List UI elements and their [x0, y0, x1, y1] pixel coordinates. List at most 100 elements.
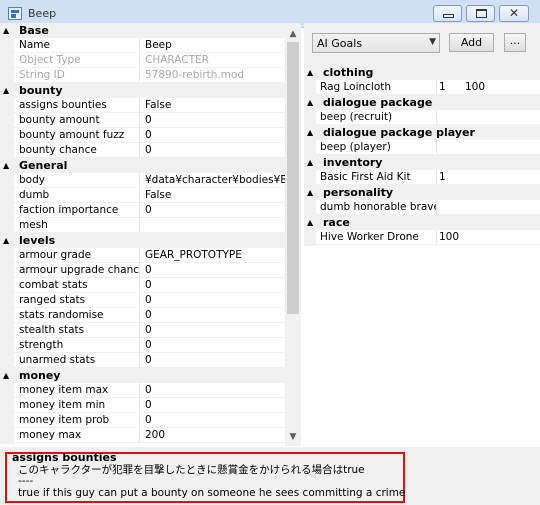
property-row[interactable]: String ID 57890-rebirth.mod	[0, 68, 300, 84]
property-row[interactable]: armour grade GEAR_PROTOTYPE	[0, 248, 300, 264]
property-value[interactable]: 0	[145, 203, 285, 218]
property-value[interactable]: False	[145, 188, 285, 203]
references-grid[interactable]: ▲ clothing Rag Loincloth 1 100 ▲ dialogue pack…	[304, 65, 540, 447]
reference-row[interactable]: Basic First Aid Kit 1	[304, 170, 540, 186]
category-race[interactable]: ▲ race	[304, 215, 540, 230]
property-row[interactable]: armour upgrade chance 0	[0, 263, 300, 279]
property-value[interactable]: GEAR_PROTOTYPE	[145, 248, 285, 263]
property-row[interactable]: combat stats 0	[0, 278, 300, 294]
collapse-icon[interactable]: ▲	[3, 368, 9, 383]
property-row[interactable]: money max 200	[0, 428, 300, 444]
property-row[interactable]: stats randomise 0	[0, 308, 300, 324]
property-row[interactable]: dumb False	[0, 188, 300, 204]
close-button[interactable]: ✕	[499, 5, 529, 22]
category-clothing[interactable]: ▲ clothing	[304, 65, 540, 80]
reference-type-dropdown[interactable]: AI Goals ▼	[312, 33, 440, 53]
collapse-icon[interactable]: ▲	[3, 158, 9, 173]
property-row[interactable]: stealth stats 0	[0, 323, 300, 339]
collapse-icon[interactable]: ▲	[3, 83, 9, 98]
collapse-icon[interactable]: ▲	[307, 215, 313, 230]
property-row[interactable]: body ¥data¥character¥bodies¥Be	[0, 173, 300, 189]
property-row[interactable]: faction importance 0	[0, 203, 300, 219]
category-money[interactable]: ▲ money	[0, 368, 300, 383]
property-name: unarmed stats	[19, 353, 140, 368]
property-row[interactable]: ranged stats 0	[0, 293, 300, 309]
collapse-icon[interactable]: ▲	[307, 95, 313, 110]
property-row[interactable]: Object Type CHARACTER	[0, 53, 300, 69]
properties-grid[interactable]: ▲ Base Name Beep Object Type CHARACTER String …	[0, 23, 300, 447]
property-value[interactable]: 0	[145, 413, 285, 428]
reference-row[interactable]: Rag Loincloth 1 100	[304, 80, 540, 96]
collapse-icon[interactable]: ▲	[3, 233, 9, 248]
category-personality[interactable]: ▲ personality	[304, 185, 540, 200]
property-row[interactable]: bounty amount fuzz 0	[0, 128, 300, 144]
reference-row[interactable]: beep (recruit)	[304, 110, 540, 126]
reference-row[interactable]: dumb honorable brave	[304, 200, 540, 216]
more-button[interactable]: ...	[504, 33, 526, 52]
category-bounty[interactable]: ▲ bounty	[0, 83, 300, 98]
reference-value-1: 1	[439, 171, 446, 183]
property-value[interactable]: 0	[145, 128, 285, 143]
property-value[interactable]: 0	[145, 338, 285, 353]
add-button[interactable]: Add	[449, 33, 494, 52]
references-panel: AI Goals ▼ Add ... ▲ clothing Rag Loinclot…	[304, 23, 540, 447]
reference-value[interactable]: 1 100	[439, 80, 539, 95]
property-name: ranged stats	[19, 293, 140, 308]
category-levels[interactable]: ▲ levels	[0, 233, 300, 248]
property-row[interactable]: strength 0	[0, 338, 300, 354]
category-dialogue-package[interactable]: ▲ dialogue package	[304, 95, 540, 110]
property-value[interactable]: Beep	[145, 38, 285, 53]
property-row[interactable]: Name Beep	[0, 38, 300, 54]
category-base[interactable]: ▲ Base	[0, 23, 300, 38]
property-name: bounty amount	[19, 113, 140, 128]
collapse-icon[interactable]: ▲	[307, 155, 313, 170]
properties-scrollbar[interactable]: ▲ ▼	[285, 25, 301, 446]
category-inventory[interactable]: ▲ inventory	[304, 155, 540, 170]
property-value[interactable]: 0	[145, 398, 285, 413]
property-row[interactable]: assigns bounties False	[0, 98, 300, 114]
property-row[interactable]: bounty chance 0	[0, 143, 300, 159]
row-gutter	[0, 38, 14, 54]
property-value[interactable]: ¥data¥character¥bodies¥Be	[145, 173, 285, 188]
property-value[interactable]: 0	[145, 308, 285, 323]
collapse-icon[interactable]: ▲	[307, 125, 313, 140]
collapse-icon[interactable]: ▲	[3, 23, 9, 38]
reference-value-1: 1	[439, 81, 446, 93]
collapse-icon[interactable]: ▲	[307, 65, 313, 80]
property-value[interactable]: 0	[145, 323, 285, 338]
scroll-down-icon[interactable]: ▼	[285, 430, 301, 444]
chevron-down-icon: ▼	[429, 37, 436, 47]
row-gutter	[0, 53, 14, 69]
property-value[interactable]: 0	[145, 353, 285, 368]
property-value[interactable]: 0	[145, 293, 285, 308]
property-row[interactable]: money item prob 0	[0, 413, 300, 429]
scroll-up-icon[interactable]: ▲	[285, 27, 301, 41]
property-row[interactable]: money item max 0	[0, 383, 300, 399]
collapse-icon[interactable]: ▲	[307, 185, 313, 200]
app-icon	[8, 7, 22, 20]
property-name: armour grade	[19, 248, 140, 263]
property-value: CHARACTER	[145, 54, 209, 66]
property-value[interactable]: 0	[145, 143, 285, 158]
reference-value[interactable]: 1	[439, 170, 539, 185]
maximize-button[interactable]	[466, 5, 495, 22]
row-gutter	[0, 428, 14, 444]
reference-value[interactable]: 100	[439, 230, 539, 245]
reference-row[interactable]: Hive Worker Drone 100	[304, 230, 540, 246]
property-value[interactable]: 0	[145, 278, 285, 293]
property-value[interactable]: 200	[145, 428, 285, 443]
property-row[interactable]: mesh	[0, 218, 300, 234]
property-row[interactable]: money item min 0	[0, 398, 300, 414]
scroll-thumb[interactable]	[287, 42, 299, 314]
property-value[interactable]: 0	[145, 383, 285, 398]
reference-row[interactable]: beep (player)	[304, 140, 540, 156]
property-row[interactable]: bounty amount 0	[0, 113, 300, 129]
property-row[interactable]: unarmed stats 0	[0, 353, 300, 369]
property-value[interactable]: 0	[145, 263, 285, 278]
category-general[interactable]: ▲ General	[0, 158, 300, 173]
row-gutter	[0, 323, 14, 339]
property-value[interactable]: False	[145, 98, 285, 113]
minimize-button[interactable]	[433, 5, 462, 22]
category-dialogue-package-player[interactable]: ▲ dialogue package player	[304, 125, 540, 140]
property-value[interactable]: 0	[145, 113, 285, 128]
